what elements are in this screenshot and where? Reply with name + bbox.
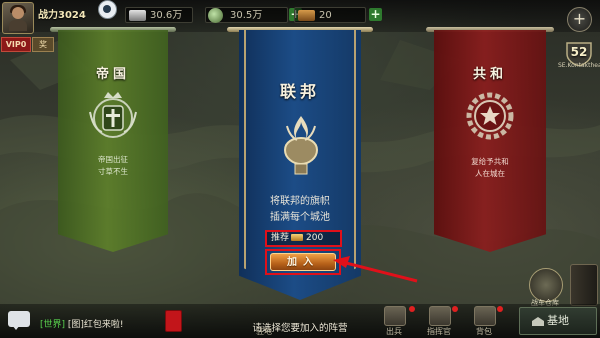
join-highlight-box: 加入 [265,249,341,275]
avatar-head [12,7,24,19]
treasure-chest-icon [298,10,315,21]
alliance-badge-icon[interactable] [98,0,117,19]
notification-dot [409,306,415,312]
silver-ingot-icon [129,10,146,21]
shield-label: SE.Kontaktheader [558,62,600,69]
faction-name: 联邦 [279,82,320,101]
chest-value: 20 [319,10,332,21]
faction-desc-line2: 插满每个城池 [270,211,330,223]
shield-value: 52 [570,45,588,59]
faction-banner-empire[interactable]: 帝国 帝国出征 寸草不生 [50,24,176,256]
nav-backpack-label[interactable]: 背包 [476,326,492,337]
gold-value: 30.5万 [230,10,263,21]
gold-bar-icon [291,234,304,241]
expand-menu-button[interactable]: + [567,7,592,32]
faction-name: 共和 [472,67,507,82]
nav-upgrade-label[interactable]: 出兵 [386,326,402,337]
faction-banner-republic[interactable]: 共和 复给予共和 人在城在 [426,24,554,256]
faction-desc-line2: 寸草不生 [98,166,128,176]
vip-badge[interactable]: VIP0 [1,37,31,52]
nav-backpack-icon[interactable] [474,306,496,326]
choose-faction-hint: 请选择您要加入的阵营 [252,323,348,334]
gold-coin-icon [208,8,223,23]
faction-description: 复给予共和 人在城在 [434,156,546,179]
silver-value: 30.6万 [150,10,183,21]
add-chest-button[interactable]: + [369,8,382,21]
faction-description: 帝国出征 寸草不生 [58,154,168,177]
faction-desc-line1: 帝国出征 [98,155,128,164]
game-screen: 战力3024 30.6万 30.5万 + 20 + VIP0 奖 + 52 SE… [0,0,600,338]
chest-counter: 20 [294,7,366,23]
recommended-reward: 推荐 200 [265,230,342,247]
silver-counter: 30.6万 [125,7,193,23]
shield-indicator[interactable]: 52 SE.Kontaktheader [558,40,600,74]
base-button[interactable]: 基地 [519,307,597,335]
nav-garrison-label[interactable]: 驻地 [256,326,272,337]
side-panel-toggle[interactable] [570,264,598,306]
empire-crest-icon [89,92,137,138]
combat-power: 战力3024 [38,10,86,21]
faction-name: 帝国 [95,67,130,82]
gold-counter: 30.5万 [205,7,288,23]
federation-torch-emblem-icon [283,116,319,175]
recommend-value: 200 [306,233,324,243]
recommend-label: 推荐 [271,233,290,243]
join-button[interactable]: 加入 [270,253,336,271]
nav-commander-label[interactable]: 指挥官 [427,326,451,337]
tank-garage-icon[interactable] [529,268,563,302]
nav-commander-icon[interactable] [429,306,451,326]
faction-desc-line1: 将联邦的旗帜 [270,196,330,207]
notification-dot [452,306,458,312]
avatar-body [9,20,27,31]
republic-gear-star-icon [466,92,514,140]
notification-dot [497,306,503,312]
reward-badge[interactable]: 奖 [32,37,54,52]
nav-upgrade-icon[interactable] [384,306,406,326]
faction-desc-line1: 复给予共和 [471,157,509,166]
faction-desc-line2: 人在城在 [475,168,505,178]
player-avatar[interactable] [2,2,34,34]
faction-description: 将联邦的旗帜 插满每个城池 [239,194,361,225]
